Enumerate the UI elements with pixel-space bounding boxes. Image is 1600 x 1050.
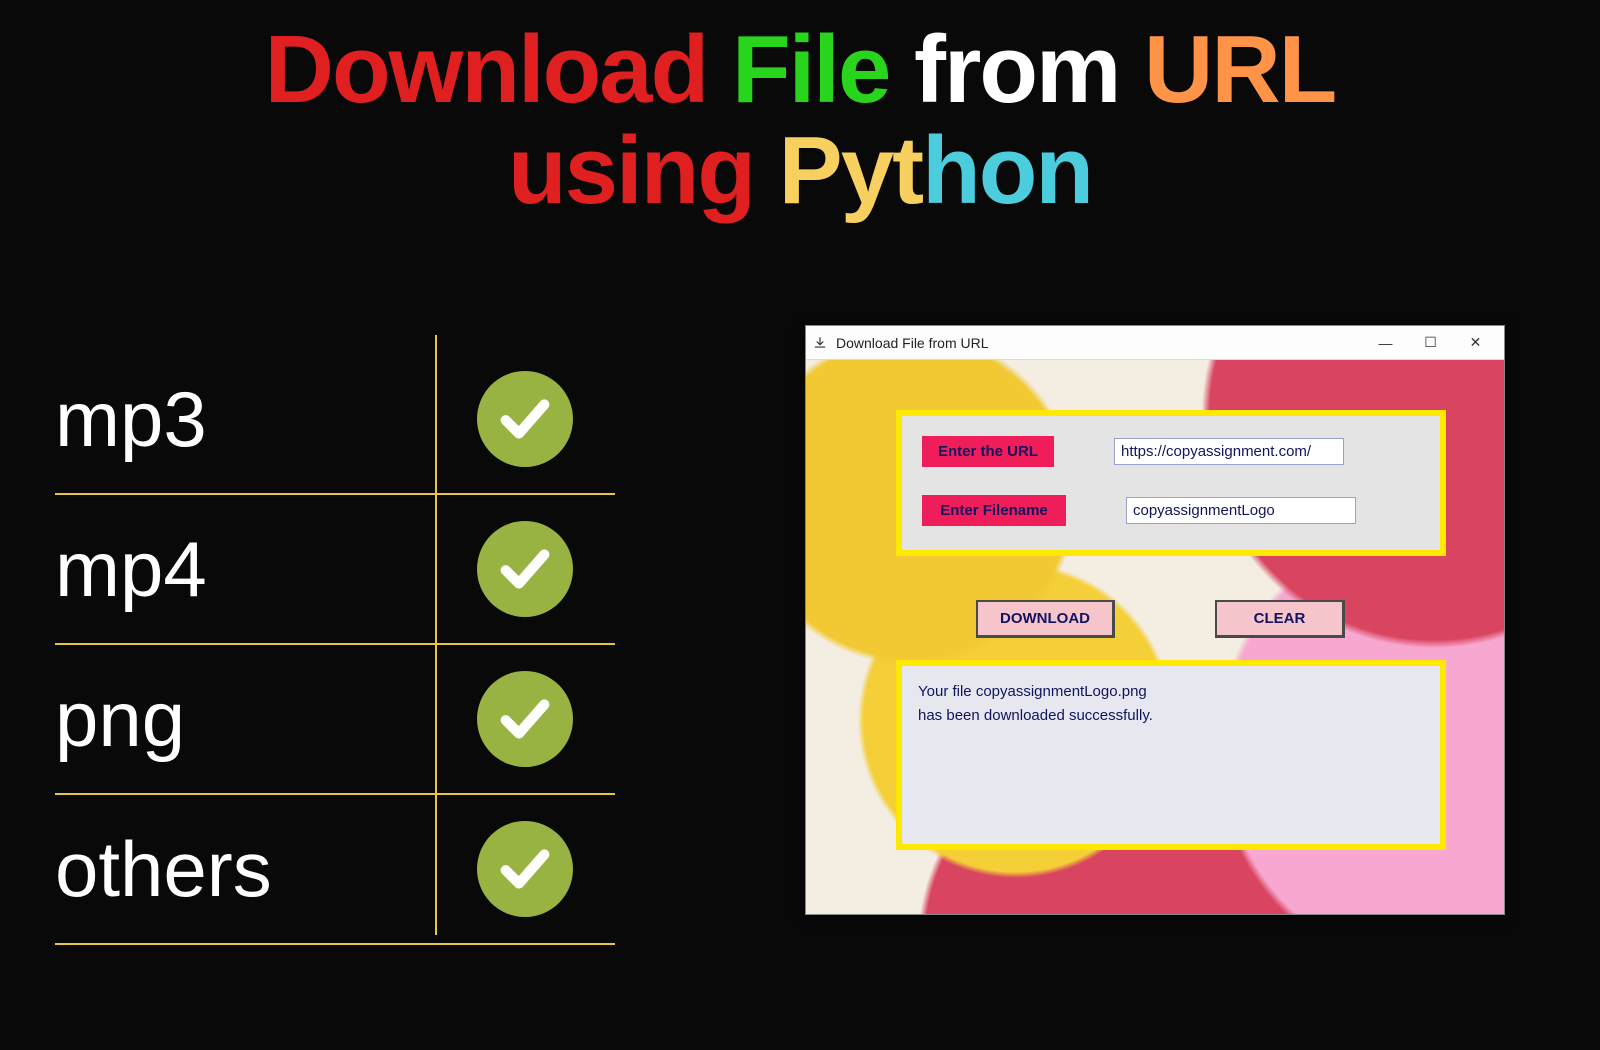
title-word-download: Download xyxy=(265,16,708,123)
filename-input[interactable] xyxy=(1126,497,1356,524)
check-icon xyxy=(477,371,573,467)
format-check-cell xyxy=(435,371,615,467)
window-title: Download File from URL xyxy=(836,335,989,351)
download-button[interactable]: DOWNLOAD xyxy=(976,600,1115,638)
status-line-1: Your file copyassignmentLogo.png xyxy=(918,680,1424,704)
filename-label: Enter Filename xyxy=(922,495,1066,526)
table-row: mp3 xyxy=(55,345,615,493)
table-column-separator xyxy=(435,335,437,935)
main-title: Download File from URL using Python xyxy=(0,0,1600,222)
format-label: others xyxy=(55,824,435,915)
button-row: DOWNLOAD CLEAR xyxy=(976,600,1345,638)
title-word-from: from xyxy=(914,16,1119,123)
format-check-cell xyxy=(435,521,615,617)
title-word-python-b: hon xyxy=(922,117,1092,224)
title-word-python-a: Pyt xyxy=(779,117,922,224)
title-word-file: File xyxy=(732,16,889,123)
download-icon xyxy=(812,335,828,351)
table-row: png xyxy=(55,645,615,793)
title-word-using: using xyxy=(508,117,754,224)
check-icon xyxy=(477,521,573,617)
window-body: Enter the URL Enter Filename DOWNLOAD CL… xyxy=(806,360,1504,914)
input-panel: Enter the URL Enter Filename xyxy=(896,410,1446,556)
formats-table: mp3 mp4 png others xyxy=(55,345,615,945)
title-word-url: URL xyxy=(1144,16,1335,123)
check-icon xyxy=(477,821,573,917)
format-check-cell xyxy=(435,671,615,767)
status-message-box: Your file copyassignmentLogo.png has bee… xyxy=(896,660,1446,850)
window-titlebar: Download File from URL — ☐ ✕ xyxy=(806,326,1504,360)
format-check-cell xyxy=(435,821,615,917)
table-row: others xyxy=(55,795,615,943)
clear-button[interactable]: CLEAR xyxy=(1215,600,1345,638)
format-label: mp4 xyxy=(55,524,435,615)
url-input[interactable] xyxy=(1114,438,1344,465)
close-button[interactable]: ✕ xyxy=(1453,329,1498,357)
app-window: Download File from URL — ☐ ✕ Enter the U… xyxy=(805,325,1505,915)
table-row: mp4 xyxy=(55,495,615,643)
check-icon xyxy=(477,671,573,767)
filename-field-row: Enter Filename xyxy=(922,495,1420,526)
table-divider xyxy=(55,943,615,945)
maximize-button[interactable]: ☐ xyxy=(1408,329,1453,357)
format-label: mp3 xyxy=(55,374,435,465)
url-field-row: Enter the URL xyxy=(922,436,1420,467)
minimize-button[interactable]: — xyxy=(1363,329,1408,357)
url-label: Enter the URL xyxy=(922,436,1054,467)
status-line-2: has been downloaded successfully. xyxy=(918,704,1424,728)
format-label: png xyxy=(55,674,435,765)
